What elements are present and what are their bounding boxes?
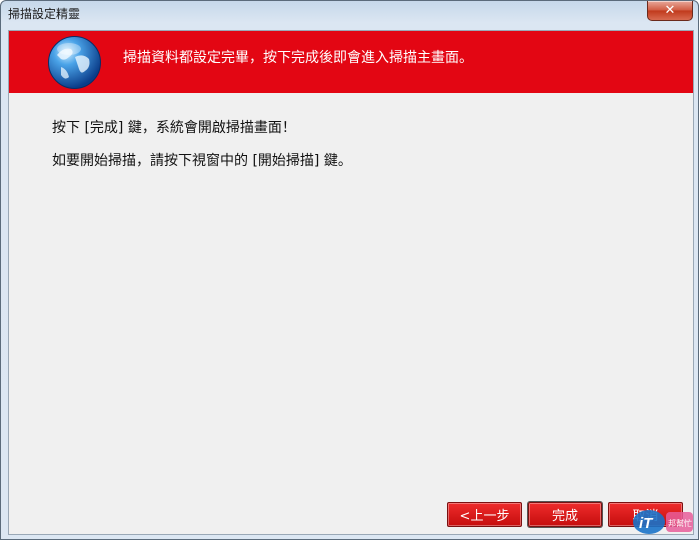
- wizard-window: 掃描設定精靈 ✕ 掃描資料都設定完畢，按下完成後即會進入掃描主畫面。 按下 [完…: [0, 0, 699, 540]
- title-bar[interactable]: 掃描設定精靈 ✕: [1, 1, 698, 23]
- svg-text:邦幫忙: 邦幫忙: [668, 518, 692, 528]
- instruction-finish: 按下 [完成] 鍵，系統會開啟掃描畫面！: [52, 120, 296, 136]
- globe-icon: [48, 36, 101, 89]
- back-button[interactable]: <上一步: [447, 502, 522, 527]
- wizard-content: 掃描資料都設定完畢，按下完成後即會進入掃描主畫面。 按下 [完成] 鍵，系統會開…: [8, 30, 694, 535]
- instruction-start-scan: 如要開始掃描，請按下視窗中的 [開始掃描] 鍵。: [52, 153, 352, 169]
- banner-message: 掃描資料都設定完畢，按下完成後即會進入掃描主畫面。: [123, 50, 473, 66]
- window-title: 掃描設定精靈: [8, 7, 81, 21]
- close-button[interactable]: ✕: [647, 1, 693, 21]
- ithelp-watermark-logo: iT 邦幫忙: [633, 510, 693, 534]
- header-banner: 掃描資料都設定完畢，按下完成後即會進入掃描主畫面。: [9, 31, 693, 93]
- finish-button[interactable]: 完成: [528, 502, 602, 527]
- close-icon: ✕: [664, 3, 676, 18]
- svg-text:iT: iT: [639, 515, 654, 532]
